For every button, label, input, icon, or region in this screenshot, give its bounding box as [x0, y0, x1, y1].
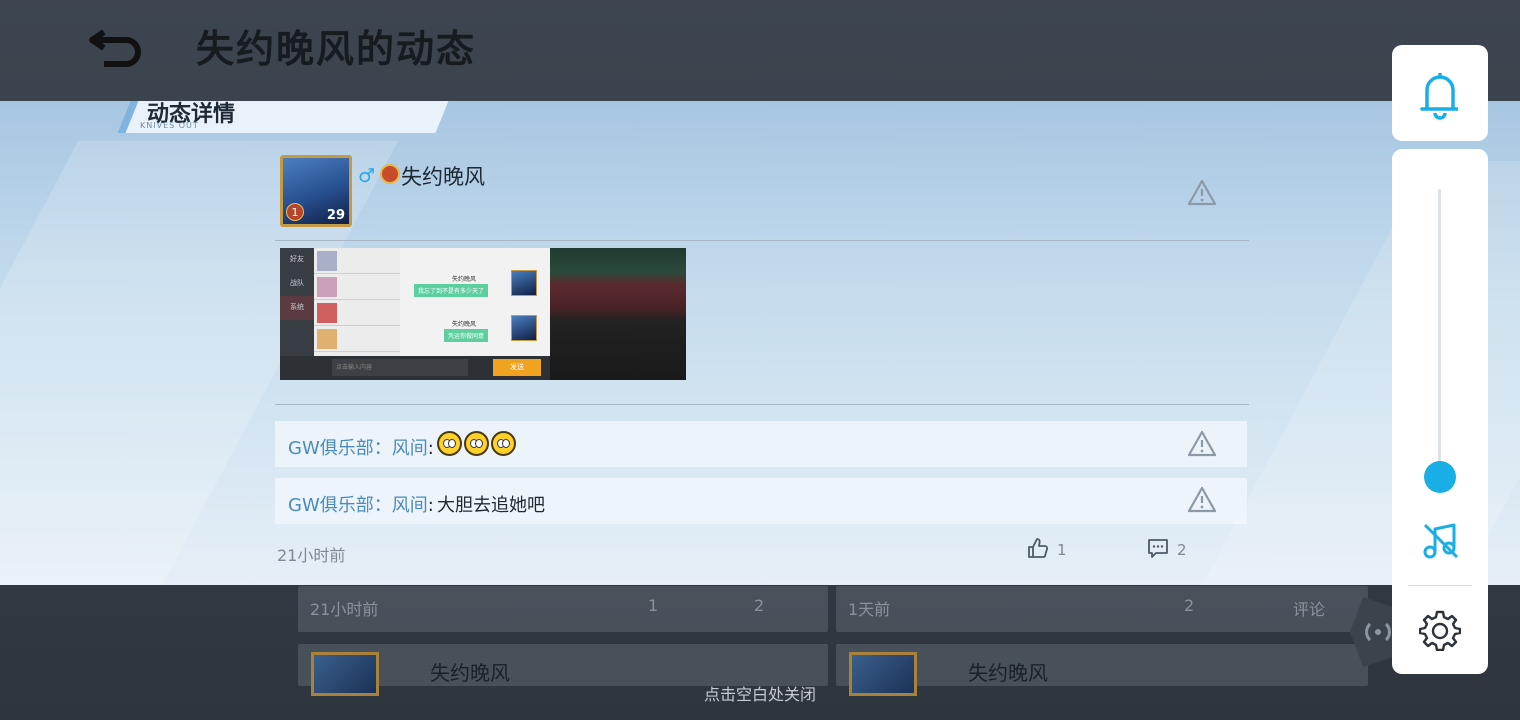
post-image[interactable]: 好友 战队 系统 失约晚风 我忘了到不是有多少天了 失约晚风 凭运你做同意 点击…: [280, 248, 686, 380]
shot-chat-avatar: [511, 270, 537, 296]
comment-count: 2: [1177, 541, 1187, 559]
list-item: [314, 274, 400, 300]
post-time: 21小时前: [277, 546, 346, 565]
back-button[interactable]: [82, 18, 146, 68]
shot-input: 点击输入内容: [332, 359, 468, 376]
avatar-level-badge: 1: [286, 203, 304, 221]
emoji-icon: [437, 431, 462, 456]
list-item: [314, 248, 400, 274]
comment-author-name[interactable]: GW俱乐部: [288, 495, 374, 516]
feed-card[interactable]: [836, 586, 1368, 632]
bell-icon: [1420, 73, 1458, 120]
emoji-icon: [464, 431, 489, 456]
feed-card-time: 21小时前: [310, 600, 379, 619]
shot-chat-avatar: [511, 315, 537, 341]
comment-button[interactable]: 2: [1147, 537, 1187, 561]
comment-text: 大胆去追她吧: [437, 495, 545, 516]
settings-button[interactable]: [1418, 609, 1462, 652]
comment-author[interactable]: GW俱乐部：风间:: [288, 434, 434, 460]
volume-slider-knob[interactable]: [1424, 461, 1456, 493]
comment-colon: :: [427, 438, 434, 459]
comment-reply-target[interactable]: 风间: [392, 495, 428, 516]
like-button[interactable]: 1: [1027, 537, 1067, 561]
feed-card-likes: 2: [1184, 596, 1195, 615]
shot-chat-bubble: 凭运你做同意: [444, 329, 489, 342]
music-toggle-button[interactable]: [1421, 521, 1461, 561]
divider: [1408, 585, 1472, 586]
feed-card-likes: 1: [648, 596, 659, 615]
rank-icon: [380, 164, 400, 184]
author-avatar[interactable]: 1 29: [280, 155, 352, 227]
feed-card-comments: 2: [754, 596, 765, 615]
comment-row: GW俱乐部：风间: 大胆去追她吧: [275, 478, 1247, 524]
emoji-icon: [491, 431, 516, 456]
background-header: 失约晚风的动态: [0, 0, 1520, 100]
feed-card-comments: 评论: [1293, 600, 1326, 619]
modal-subtitle: KNIVES OUT: [140, 121, 199, 130]
feed-card-time: 1天前: [848, 600, 891, 619]
back-arrow-icon: [89, 29, 141, 67]
shot-nav-item: 战队: [290, 279, 304, 287]
divider: [275, 240, 1249, 241]
comment-bubble-icon: [1148, 539, 1168, 558]
comment-separator: ：: [373, 438, 392, 459]
close-hint[interactable]: 点击空白处关闭: [0, 681, 1520, 705]
warning-triangle-icon: [1187, 179, 1217, 206]
comment-emojis: [437, 431, 518, 456]
avatar-number: 29: [326, 208, 345, 223]
shot-chat-name: 失约晚风: [452, 276, 477, 283]
like-count: 1: [1057, 541, 1067, 559]
post-detail-modal: 动态详情 KNIVES OUT 1 29 ♂ 失约晚风 好友 战队 系统 失约晚…: [0, 101, 1520, 585]
warning-triangle-icon: [1187, 430, 1217, 457]
comment-separator: ：: [373, 495, 392, 516]
gear-icon: [1418, 610, 1462, 652]
page-title: 失约晚风的动态: [196, 27, 477, 71]
volume-slider-track[interactable]: [1438, 189, 1441, 477]
report-comment-button[interactable]: [1187, 486, 1217, 517]
list-item: [314, 300, 400, 326]
report-comment-button[interactable]: [1187, 430, 1217, 461]
list-item: [314, 326, 400, 352]
comment-reply-target[interactable]: 风间: [392, 438, 428, 459]
shot-nav-item: 系统: [280, 296, 314, 320]
thumbs-up-icon: [1028, 538, 1049, 558]
shot-chat: 失约晚风 我忘了到不是有多少天了 失约晚风 凭运你做同意: [400, 248, 550, 356]
shot-chat-name: 失约晚风: [452, 321, 477, 328]
music-off-icon: [1423, 523, 1459, 559]
shot-game-scene: [550, 248, 686, 380]
comment-author[interactable]: GW俱乐部：风间:: [288, 491, 434, 517]
comment-author-name[interactable]: GW俱乐部: [288, 438, 374, 459]
shot-chat-bubble: 我忘了到不是有多少天了: [414, 284, 489, 297]
notification-button[interactable]: [1392, 45, 1488, 141]
comment-row: GW俱乐部：风间:: [275, 421, 1247, 467]
comment-colon: :: [427, 495, 434, 516]
shot-nav-item: 好友: [290, 255, 304, 263]
shot-send-button: 发送: [493, 359, 541, 376]
male-icon: ♂: [358, 165, 376, 187]
warning-triangle-icon: [1187, 486, 1217, 513]
report-post-button[interactable]: [1187, 179, 1217, 210]
divider: [275, 404, 1249, 405]
shot-friend-list: [314, 248, 400, 356]
volume-panel: [1392, 149, 1488, 674]
author-name[interactable]: 失约晚风: [401, 161, 485, 191]
